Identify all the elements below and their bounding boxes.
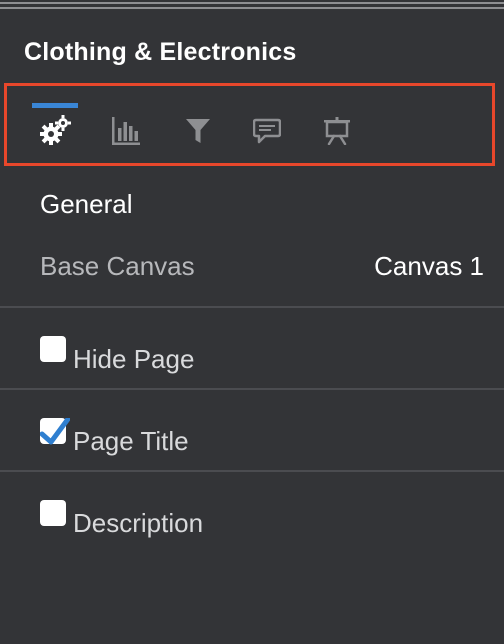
comment-icon xyxy=(253,118,281,144)
presentation-icon xyxy=(323,117,351,145)
filter-icon xyxy=(185,117,211,145)
divider xyxy=(0,470,504,472)
gears-icon xyxy=(38,114,72,148)
top-border xyxy=(0,0,504,12)
tab-comments[interactable] xyxy=(244,103,290,159)
section-heading-general: General xyxy=(40,189,133,219)
divider xyxy=(0,388,504,390)
tab-general-settings[interactable] xyxy=(32,103,78,159)
tab-chart[interactable] xyxy=(103,103,149,159)
checkmark-icon xyxy=(39,416,71,453)
base-canvas-label: Base Canvas xyxy=(40,251,195,281)
base-canvas-value[interactable]: Canvas 1 xyxy=(374,251,484,282)
properties-toolbar xyxy=(4,83,495,166)
description-label: Description xyxy=(73,508,204,538)
top-rule xyxy=(0,7,504,9)
bar-chart-icon xyxy=(111,117,141,145)
tab-presentation[interactable] xyxy=(314,103,360,159)
hide-page-checkbox[interactable] xyxy=(40,336,66,362)
panel-title: Clothing & Electronics xyxy=(24,38,297,66)
tab-filter[interactable] xyxy=(175,103,221,159)
page-title-label: Page Title xyxy=(73,426,189,456)
top-rule xyxy=(0,2,504,4)
hide-page-label: Hide Page xyxy=(73,344,195,374)
description-checkbox[interactable] xyxy=(40,500,66,526)
divider xyxy=(0,306,504,308)
